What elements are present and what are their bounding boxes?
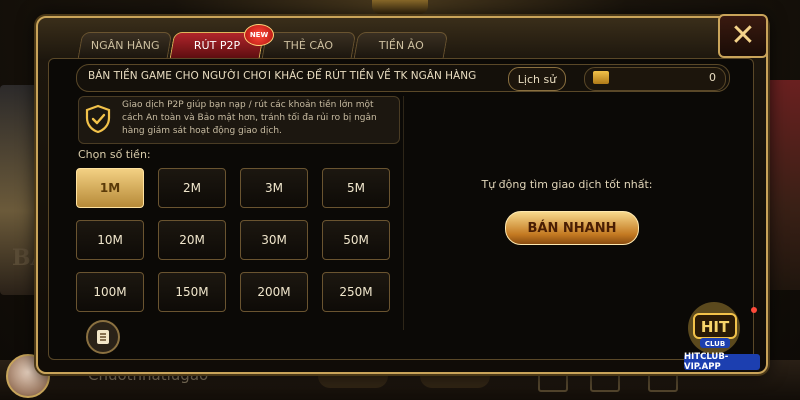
amount-option-2m[interactable]: 2M — [158, 168, 226, 208]
history-button[interactable]: Lịch sử — [508, 67, 566, 91]
amount-option-50m[interactable]: 50M — [322, 220, 390, 260]
auto-find-text: Tự động tìm giao dịch tốt nhất: — [481, 178, 653, 191]
close-icon: ✕ — [730, 18, 756, 53]
close-button[interactable]: ✕ — [718, 14, 768, 58]
balance-value: 0 — [709, 71, 716, 84]
info-text: Giao dịch P2P giúp bạn nạp / rút các kho… — [122, 100, 377, 136]
top-logo-fragment — [372, 0, 428, 14]
amount-option-5m[interactable]: 5M — [322, 168, 390, 208]
quick-sell-button[interactable]: BÁN NHANH — [505, 211, 639, 245]
hitclub-url: HITCLUB-VIP.APP — [684, 352, 760, 372]
column-divider — [403, 96, 404, 330]
svg-text:CLUB: CLUB — [705, 340, 725, 348]
amount-label: Chọn số tiền: — [78, 148, 151, 161]
page-title: BÁN TIỀN GAME CHO NGƯỜI CHƠI KHÁC ĐỂ RÚT… — [88, 70, 477, 82]
shield-check-icon — [85, 104, 111, 134]
amount-option-10m[interactable]: 10M — [76, 220, 144, 260]
amount-option-250m[interactable]: 250M — [322, 272, 390, 312]
notes-button[interactable] — [86, 320, 120, 354]
amount-option-200m[interactable]: 200M — [240, 272, 308, 312]
amount-option-1m[interactable]: 1M — [76, 168, 144, 208]
wallet-icon — [593, 71, 609, 84]
amount-option-100m[interactable]: 100M — [76, 272, 144, 312]
amount-option-20m[interactable]: 20M — [158, 220, 226, 260]
new-badge: NEW — [244, 24, 274, 46]
amount-option-150m[interactable]: 150M — [158, 272, 226, 312]
tab-tien-ao[interactable]: TIỀN ẢO — [353, 32, 449, 58]
notes-icon — [97, 330, 109, 344]
amount-option-3m[interactable]: 3M — [240, 168, 308, 208]
amount-option-30m[interactable]: 30M — [240, 220, 308, 260]
tab-the-cao[interactable]: THẺ CÀO — [261, 32, 357, 58]
tab-ngan-hang[interactable]: NGÂN HÀNG — [77, 32, 173, 58]
svg-text:HIT: HIT — [701, 318, 730, 336]
